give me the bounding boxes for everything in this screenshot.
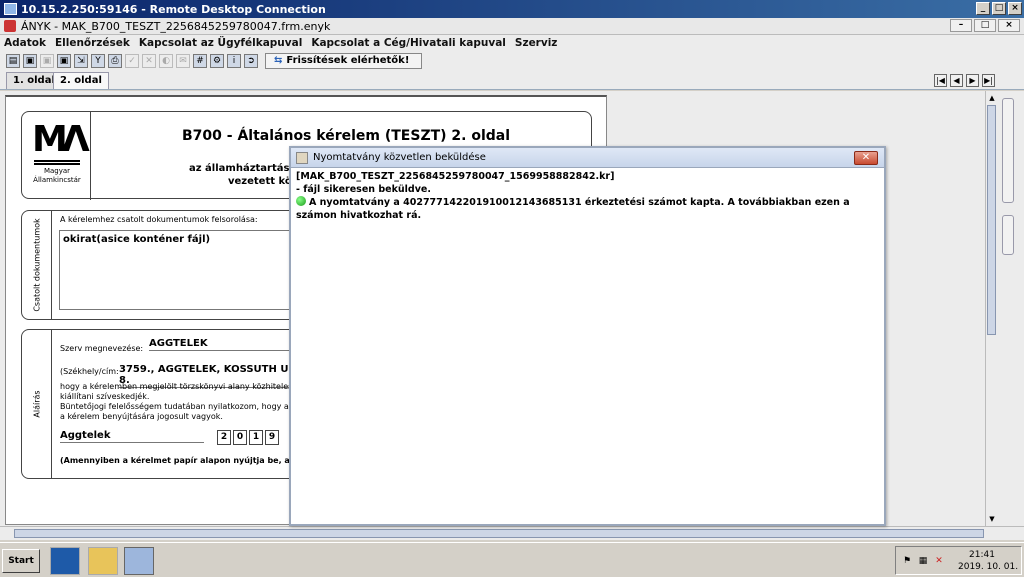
org-name-label: Szerv megnevezése: (60, 344, 144, 353)
declaration-text-4: a kérelem benyújtására jogosult vagyok. (60, 412, 223, 421)
prev-page-icon[interactable]: ◀ (950, 74, 963, 87)
system-tray: ⚑ ▦ ✕ 21:41 2019. 10. 01. (895, 546, 1022, 575)
mak-logo-mark: MΛ (32, 119, 90, 160)
submission-dialog: Nyomtatvány közvetlen beküldése ✕ [MAK_B… (289, 146, 886, 526)
rdp-task-icon[interactable] (124, 547, 154, 575)
menu-ugyfelkapu[interactable]: Kapcsolat az Ügyfélkapuval (139, 35, 302, 51)
volume-muted-icon[interactable]: ✕ (934, 556, 944, 566)
rdp-title-bar: 10.15.2.250:59146 - Remote Desktop Conne… (0, 0, 1024, 18)
save-all-icon[interactable]: ▣ (57, 53, 71, 68)
clock-time[interactable]: 21:41 (969, 550, 995, 560)
app-minimize-button[interactable]: – (950, 19, 972, 32)
print-icon[interactable]: ⎙ (108, 53, 122, 68)
info-icon[interactable]: i (227, 53, 241, 68)
rdp-app-icon (4, 3, 17, 15)
success-status-icon (296, 196, 306, 206)
clock-date[interactable]: 2019. 10. 01. (958, 562, 1018, 572)
filter-icon[interactable]: Y (91, 53, 105, 68)
menu-adatok[interactable]: Adatok (4, 35, 46, 51)
start-button[interactable]: Start (2, 549, 40, 573)
toolbar: ▤ ▣ ▣ ▣ ⇲ Y ⎙ ✓ ✕ ◐ ✉ # ⚙ i ➲ ⇆ Frissíté… (0, 51, 1024, 70)
year-digit-3[interactable]: 1 (249, 430, 263, 445)
rdp-window-title: 10.15.2.250:59146 - Remote Desktop Conne… (21, 2, 326, 16)
save-icon[interactable]: ▣ (23, 53, 37, 68)
updates-available-label: Frissítések elérhetők! (286, 55, 410, 66)
settings-icon[interactable]: ⚙ (210, 53, 224, 68)
mak-logo: MΛ Magyar Államkincstár (32, 119, 90, 185)
tab-page-2[interactable]: 2. oldal (53, 72, 109, 89)
page-tab-row: 1. oldal 2. oldal |◀ ◀ ▶ ▶| (0, 70, 1024, 90)
mail-icon[interactable]: ✉ (176, 53, 190, 68)
menu-bar: Adatok Ellenőrzések Kapcsolat az Ügyfélk… (0, 35, 1024, 51)
refresh-icon: ⇆ (274, 55, 283, 66)
menu-szerviz[interactable]: Szerviz (515, 35, 558, 51)
calculator-icon[interactable]: # (193, 53, 207, 68)
year-digit-2[interactable]: 0 (233, 430, 247, 445)
check-icon[interactable]: ✓ (125, 53, 139, 68)
app-close-button[interactable]: × (998, 19, 1020, 32)
shield-icon[interactable]: ◐ (159, 53, 173, 68)
import-icon[interactable]: ⇲ (74, 53, 88, 68)
rdp-maximize-button[interactable]: □ (992, 2, 1006, 15)
form-title: B700 - Általános kérelem (TESZT) 2. olda… (182, 128, 511, 144)
attached-documents-side-label: Csatolt dokumentumok (32, 218, 41, 312)
org-name-field[interactable]: AGGTELEK (149, 338, 299, 351)
save-as-icon[interactable]: ▣ (40, 53, 54, 68)
dialog-title-bar: Nyomtatvány közvetlen beküldése ✕ (291, 148, 884, 168)
anyk-app-icon (4, 20, 16, 32)
app-window-title: ÁNYK - MAK_B700_TESZT_2256845259780047.f… (21, 19, 331, 33)
declaration-text-3: Büntetőjogi felelősségem tudatában nyila… (60, 402, 319, 411)
menu-ellenorzesek[interactable]: Ellenőrzések (55, 35, 130, 51)
rdp-minimize-button[interactable]: _ (976, 2, 990, 15)
app-title-bar: ÁNYK - MAK_B700_TESZT_2256845259780047.f… (0, 18, 1024, 35)
first-page-icon[interactable]: |◀ (934, 74, 947, 87)
scroll-down-icon[interactable]: ▼ (987, 514, 997, 524)
app-maximize-button[interactable]: □ (974, 19, 996, 32)
dialog-receipt-line: A nyomtatvány a 402777142201910012143685… (296, 197, 850, 221)
vertical-scroll-thumb[interactable] (987, 105, 996, 335)
attached-documents-label: A kérelemhez csatolt dokumentumok felsor… (60, 215, 258, 224)
menu-ceg-hivatali-kapu[interactable]: Kapcsolat a Cég/Hivatali kapuval (311, 35, 506, 51)
place-field[interactable]: Aggtelek (60, 430, 204, 443)
network-icon[interactable]: ▦ (918, 556, 928, 566)
year-digit-4[interactable]: 9 (265, 430, 279, 445)
powershell-icon[interactable] (50, 547, 80, 575)
open-icon[interactable]: ▤ (6, 53, 20, 68)
declaration-text-1: hogy a kérelemben megjelölt törzskönyvi … (60, 382, 315, 391)
file-explorer-icon[interactable] (88, 547, 118, 575)
seat-label: (Székhely/cím: (60, 367, 119, 376)
flag-icon[interactable]: ⚑ (902, 556, 912, 566)
vertical-scrollbar[interactable]: ▲ ▼ (985, 91, 997, 526)
rdp-close-button[interactable]: × (1008, 2, 1022, 15)
dialog-success-line: - fájl sikeresen beküldve. (296, 184, 431, 195)
next-page-icon[interactable]: ▶ (966, 74, 979, 87)
declaration-text-2: kiállítani szíveskedjék. (60, 392, 150, 401)
java-icon (296, 151, 308, 164)
taskbar: Start ⚑ ▦ ✕ 21:41 2019. 10. 01. (0, 542, 1024, 577)
signature-side-label: Aláírás (32, 390, 41, 418)
year-digit-1[interactable]: 2 (217, 430, 231, 445)
horizontal-scroll-thumb[interactable] (14, 529, 984, 538)
dialog-message-area: [MAK_B700_TESZT_2256845259780047_1569958… (291, 168, 884, 224)
last-page-icon[interactable]: ▶| (982, 74, 995, 87)
footer-note: (Amennyiben a kérelmet papír alapon nyúj… (60, 456, 328, 465)
scroll-up-icon[interactable]: ▲ (987, 93, 997, 103)
side-panel-handle-2[interactable] (1002, 215, 1014, 255)
horizontal-scrollbar[interactable] (0, 526, 1024, 540)
send-icon[interactable]: ➲ (244, 53, 258, 68)
dialog-close-button[interactable]: ✕ (854, 151, 878, 165)
updates-available-button[interactable]: ⇆ Frissítések elérhetők! (265, 52, 423, 69)
dialog-title: Nyomtatvány közvetlen beküldése (313, 152, 486, 163)
side-panel-handle-1[interactable] (1002, 98, 1014, 203)
cancel-icon[interactable]: ✕ (142, 53, 156, 68)
dialog-file-name: [MAK_B700_TESZT_2256845259780047_1569958… (296, 171, 615, 182)
